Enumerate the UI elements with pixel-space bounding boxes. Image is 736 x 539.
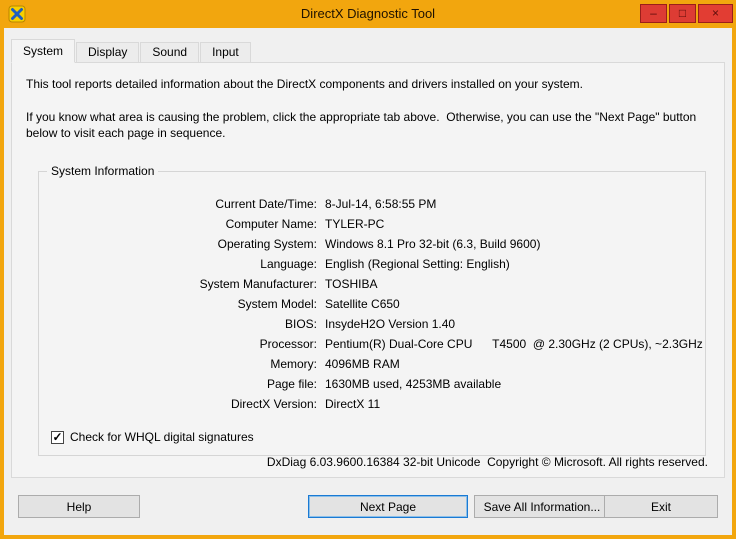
info-value: 4096MB RAM [325,357,400,371]
info-label: BIOS: [284,317,317,331]
info-label: Operating System: [217,237,317,251]
info-value: Pentium(R) Dual-Core CPU T4500 @ 2.30GHz… [325,337,703,351]
next-page-button[interactable]: Next Page [308,495,468,518]
info-label: Computer Name: [225,217,317,231]
info-row: Language: English (Regional Setting: Engl… [39,254,705,274]
info-label: DirectX Version: [230,397,317,411]
client-area: System Display Sound Input This tool rep… [4,28,732,535]
info-value: 8-Jul-14, 6:58:55 PM [325,197,437,211]
intro-text-2: If you know what area is causing the pro… [26,110,700,140]
info-label: Language: [260,257,317,271]
window-controls: – □ × [640,4,733,23]
tab-display[interactable]: Display [76,42,140,62]
info-value: DirectX 11 [325,397,381,411]
close-button[interactable]: × [698,4,733,23]
tab-page-system: This tool reports detailed information a… [11,62,725,478]
info-row: System Manufacturer: TOSHIBA [39,274,705,294]
window-title: DirectX Diagnostic Tool [300,6,436,21]
tab-strip: System Display Sound Input [11,39,252,63]
intro-text-1: This tool reports detailed information a… [26,77,583,91]
info-label: Memory: [270,357,317,371]
info-row: Page file: 1630MB used, 4253MB available [39,374,705,394]
minimize-button[interactable]: – [640,4,667,23]
whql-checkbox-label: Check for WHQL digital signatures [70,430,254,444]
info-row: Operating System: Windows 8.1 Pro 32-bit … [39,234,705,254]
info-row: DirectX Version: DirectX 11 [39,394,705,414]
info-label: System Manufacturer: [199,277,317,291]
info-label: Processor: [259,337,317,351]
tab-system[interactable]: System [11,39,76,63]
info-row: Processor: Pentium(R) Dual-Core CPU T4500… [39,334,705,354]
info-value: TOSHIBA [325,277,378,291]
whql-checkbox-row[interactable]: Check for WHQL digital signatures [51,430,254,444]
whql-checkbox[interactable] [51,430,64,444]
status-line: DxDiag 6.03.9600.16384 32-bit Unicode Co… [266,455,708,469]
info-value: English (Regional Setting: English) [325,257,510,271]
info-row: Computer Name: TYLER-PC [39,214,705,234]
system-information-group: System Information Current Date/Time: 8-J… [38,164,706,456]
info-value: Windows 8.1 Pro 32-bit (6.3, Build 9600) [325,237,541,251]
info-label: Page file: [266,377,317,391]
info-label: System Model: [237,297,317,311]
exit-button[interactable]: Exit [604,495,718,518]
info-row: BIOS: InsydeH2O Version 1.40 [39,314,705,334]
info-rows: Current Date/Time: 8-Jul-14, 6:58:55 PM C… [39,194,705,414]
info-row: Current Date/Time: 8-Jul-14, 6:58:55 PM [39,194,705,214]
info-value: Satellite C650 [325,297,400,311]
tab-sound[interactable]: Sound [140,42,200,62]
maximize-button[interactable]: □ [669,4,696,23]
group-label: System Information [47,164,159,178]
info-row: Memory: 4096MB RAM [39,354,705,374]
info-row: System Model: Satellite C650 [39,294,705,314]
info-label: Current Date/Time: [215,197,317,211]
window-titlebar: DirectX Diagnostic Tool – □ × [0,0,736,28]
info-value: 1630MB used, 4253MB available [325,377,502,391]
info-value: TYLER-PC [325,217,385,231]
save-all-information-button[interactable]: Save All Information... [474,495,610,518]
tab-input[interactable]: Input [200,42,251,62]
help-button[interactable]: Help [18,495,140,518]
info-value: InsydeH2O Version 1.40 [325,317,456,331]
dxdiag-window: DirectX Diagnostic Tool – □ × System Dis… [0,0,736,539]
